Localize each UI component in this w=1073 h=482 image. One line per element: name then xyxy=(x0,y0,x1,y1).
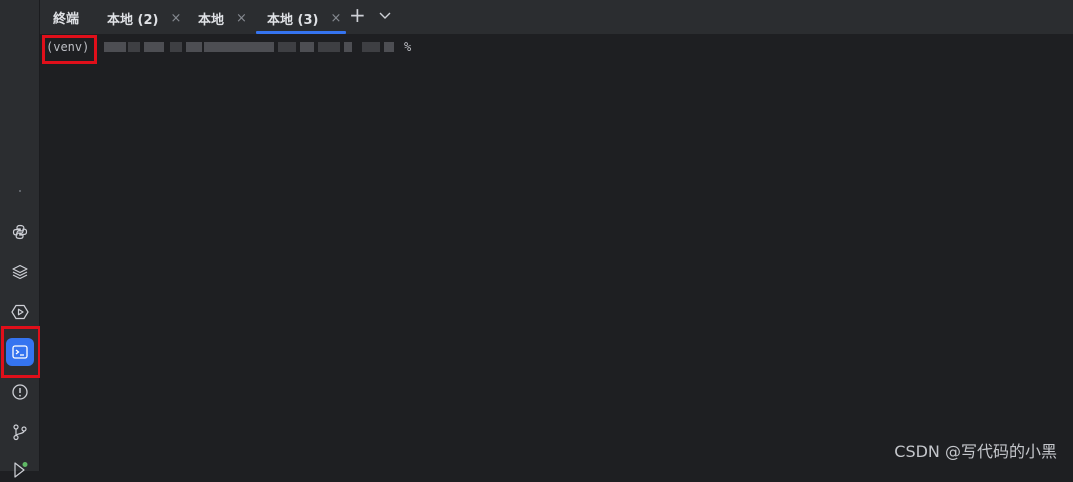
new-tab-button[interactable]: + xyxy=(349,3,366,27)
terminal-output[interactable]: (venv) % CSDN @写代码的小黑 xyxy=(40,34,1073,471)
git-icon xyxy=(13,424,27,441)
close-icon[interactable]: × xyxy=(330,11,341,26)
python-icon xyxy=(12,224,28,240)
terminal-tab-bar: 終端 本地 (2) × 本地 × 本地 (3) × + xyxy=(40,0,1073,34)
run-button[interactable] xyxy=(8,300,32,324)
layers-icon xyxy=(12,264,28,280)
tab-label: 本地 (3) xyxy=(267,12,319,28)
deploy-button[interactable] xyxy=(8,458,32,482)
tab-local-2[interactable]: 本地 (2) × xyxy=(107,8,181,28)
git-button[interactable] xyxy=(8,420,32,444)
strip-separator xyxy=(19,190,21,192)
tab-label: 本地 xyxy=(198,12,225,28)
python-console-button[interactable] xyxy=(8,220,32,244)
problems-button[interactable] xyxy=(8,380,32,404)
close-icon[interactable]: × xyxy=(170,11,181,26)
tool-window-strip xyxy=(0,0,41,478)
tab-local[interactable]: 本地 × xyxy=(198,8,247,28)
services-button[interactable] xyxy=(8,260,32,284)
panel-title: 終端 xyxy=(53,12,80,27)
close-icon[interactable]: × xyxy=(236,11,247,26)
chevron-down-icon[interactable] xyxy=(378,9,392,21)
venv-highlight-box xyxy=(42,35,97,64)
run-icon xyxy=(11,304,29,320)
tab-local-3[interactable]: 本地 (3) × xyxy=(267,8,341,28)
deploy-icon xyxy=(14,462,28,478)
terminal-highlight-box xyxy=(1,326,41,378)
tab-label: 本地 (2) xyxy=(107,12,159,28)
watermark: CSDN @写代码的小黑 xyxy=(894,442,1057,461)
problems-icon xyxy=(12,384,28,400)
prompt-symbol: % xyxy=(404,40,412,54)
